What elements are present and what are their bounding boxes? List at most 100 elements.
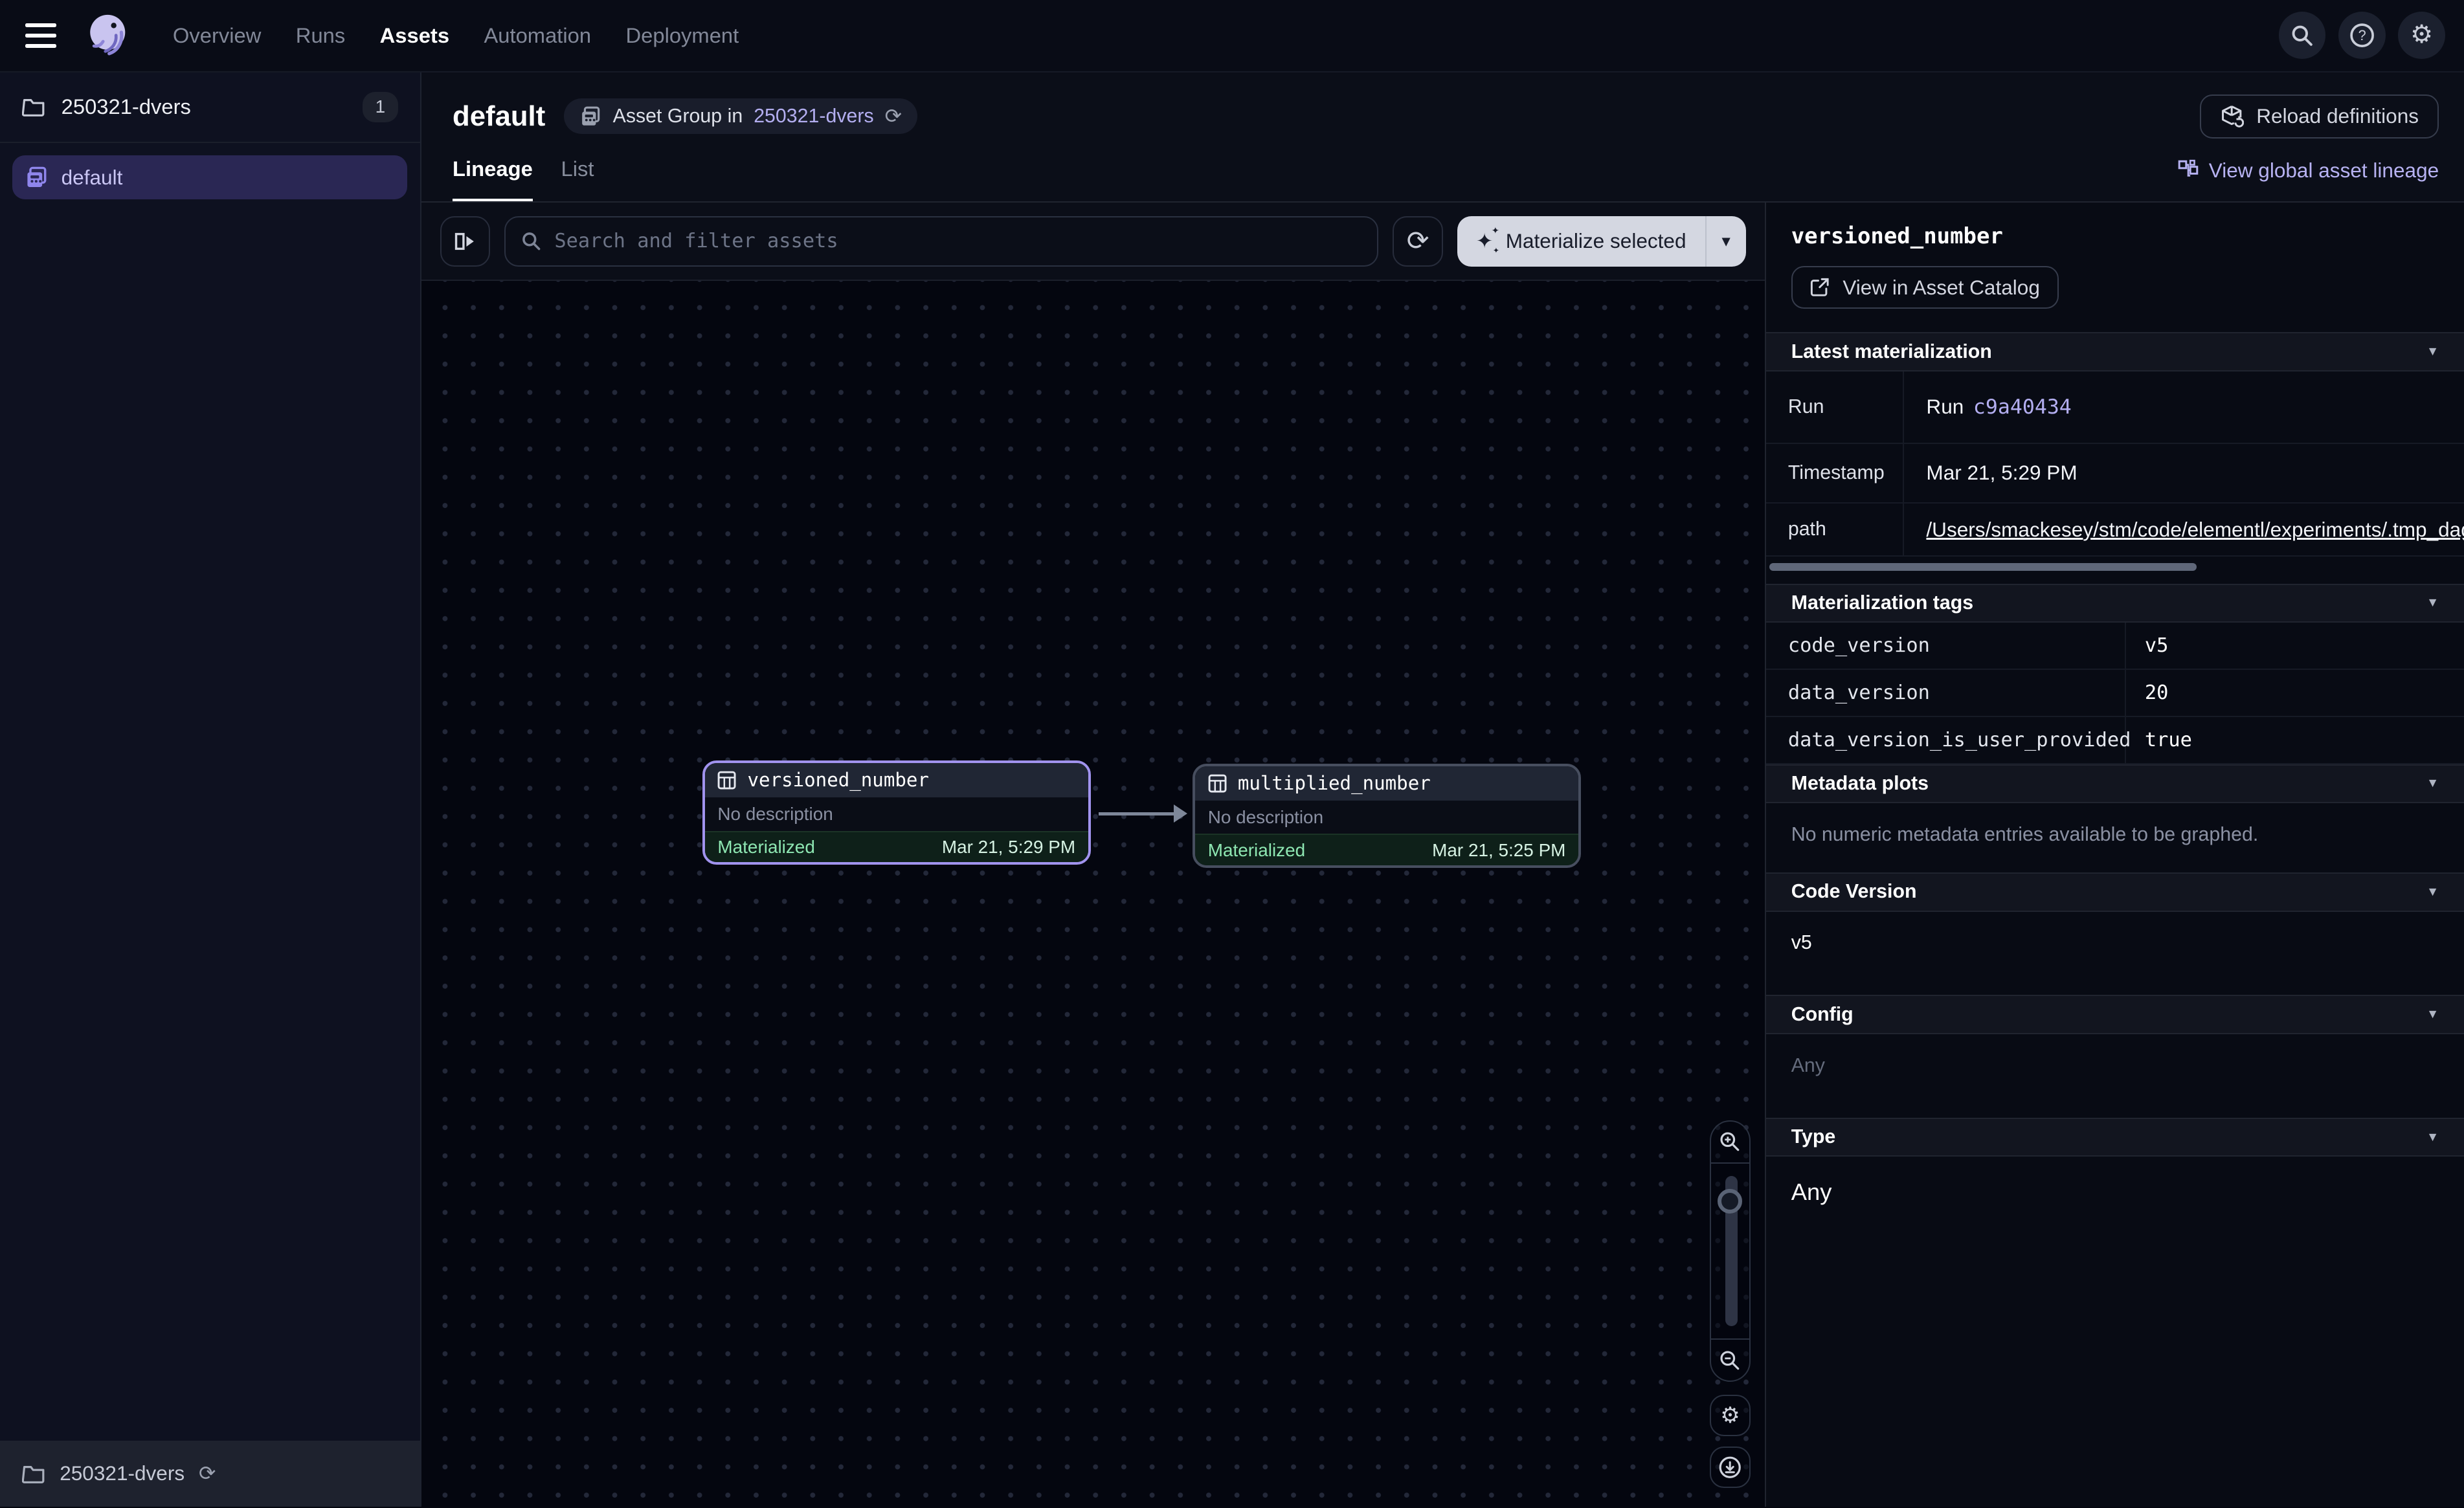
nav-item-automation[interactable]: Automation — [484, 23, 591, 48]
code-version-value: v5 — [1766, 912, 2464, 995]
tag-key: code_version — [1766, 623, 2126, 669]
chevron-down-icon: ▼ — [2426, 776, 2439, 791]
section-title: Config — [1791, 1004, 1854, 1026]
tag-value: 20 — [2126, 670, 2464, 716]
search-button[interactable] — [2279, 12, 2326, 59]
chip-repo-link[interactable]: 250321-dvers — [754, 105, 873, 128]
view-in-asset-catalog-label: View in Asset Catalog — [1842, 276, 2040, 300]
zoom-in-button[interactable] — [1711, 1122, 1749, 1162]
zoom-out-button[interactable] — [1711, 1340, 1749, 1380]
path-link[interactable]: /Users/smackesey/stm/code/elementl/exper… — [1926, 518, 2464, 542]
asset-node-name: multiplied_number — [1238, 772, 1431, 794]
asset-group-chip[interactable]: Asset Group in 250321-dvers ⟳ — [564, 98, 917, 135]
asset-node-versioned-number[interactable]: versioned_number No description Material… — [702, 760, 1091, 865]
sidebar-repo-name: 250321-dvers — [62, 94, 191, 119]
materialize-selected-label: Materialize selected — [1506, 229, 1686, 253]
help-icon: ? — [2349, 22, 2375, 49]
asset-node-status: Materialized — [1208, 840, 1305, 861]
reload-definitions-icon — [2220, 104, 2243, 128]
materialize-selected-button[interactable]: ✦✦✦ Materialize selected ▾ — [1457, 216, 1746, 267]
sidebar-item-default[interactable]: default — [12, 155, 407, 199]
reload-definitions-button[interactable]: Reload definitions — [2200, 94, 2439, 139]
view-in-asset-catalog-button[interactable]: View in Asset Catalog — [1791, 266, 2059, 309]
section-code-version[interactable]: Code Version ▼ — [1766, 872, 2464, 912]
zoom-slider[interactable] — [1711, 1162, 1749, 1340]
refresh-icon[interactable]: ⟳ — [885, 106, 902, 127]
section-title: Materialization tags — [1791, 592, 1973, 614]
sidebar-item-label: default — [62, 166, 123, 190]
zoom-in-icon — [1719, 1131, 1741, 1153]
chevron-down-icon: ▼ — [2426, 344, 2439, 359]
materialize-sparkle-icon: ✦✦✦ — [1476, 231, 1493, 252]
nav-item-assets[interactable]: Assets — [380, 23, 449, 48]
materialize-dropdown-caret[interactable]: ▾ — [1705, 216, 1746, 267]
search-icon — [2290, 24, 2314, 47]
tag-value: v5 — [2126, 623, 2464, 669]
section-type[interactable]: Type ▼ — [1766, 1118, 2464, 1157]
tag-value: true — [2126, 717, 2464, 763]
expand-panel-button[interactable] — [440, 216, 491, 267]
refresh-graph-button[interactable]: ⟳ — [1393, 216, 1443, 267]
svg-text:?: ? — [2358, 27, 2366, 43]
section-materialization-tags[interactable]: Materialization tags ▼ — [1766, 584, 2464, 623]
asset-node-name: versioned_number — [748, 769, 929, 791]
folder-icon — [22, 96, 45, 117]
settings-button[interactable]: ⚙ — [2398, 12, 2445, 59]
topnav-actions: ? ⚙ — [2279, 12, 2445, 59]
metadata-plots-empty-text: No numeric metadata entries available to… — [1766, 803, 2464, 872]
nav-item-overview[interactable]: Overview — [173, 23, 262, 48]
lineage-canvas[interactable]: versioned_number No description Material… — [421, 281, 1765, 1506]
tag-row: data_version_is_user_provided true — [1766, 717, 2464, 764]
download-image-button[interactable] — [1710, 1447, 1751, 1487]
app-root: Overview Runs Assets Automation Deployme… — [0, 0, 2464, 1508]
help-button[interactable]: ? — [2338, 12, 2386, 59]
asset-node-multiplied-number[interactable]: multiplied_number No description Materia… — [1193, 764, 1581, 868]
gear-icon: ⚙ — [2410, 23, 2433, 48]
section-latest-materialization[interactable]: Latest materialization ▼ — [1766, 332, 2464, 371]
lineage-edge-arrowhead — [1174, 804, 1187, 823]
run-prefix: Run — [1926, 395, 1964, 419]
zoom-slider-thumb[interactable] — [1718, 1189, 1743, 1214]
chevron-down-icon: ▼ — [2426, 1007, 2439, 1022]
section-metadata-plots[interactable]: Metadata plots ▼ — [1766, 764, 2464, 804]
sidebar-footer[interactable]: 250321-dvers ⟳ — [0, 1441, 420, 1507]
asset-node-status: Materialized — [717, 837, 814, 858]
dagster-logo[interactable] — [85, 11, 133, 60]
lineage-graph-column: ⟳ ✦✦✦ Materialize selected ▾ — [421, 203, 1765, 1507]
refresh-icon[interactable]: ⟳ — [199, 1463, 216, 1484]
tabs-bar: Lineage List View global asset lineage — [421, 139, 2464, 203]
tag-key: data_version — [1766, 670, 2126, 716]
asset-details-panel: versioned_number View in Asset Catalog L… — [1765, 203, 2464, 1507]
table-icon — [1208, 774, 1227, 793]
tag-row: code_version v5 — [1766, 623, 2464, 670]
tab-lineage[interactable]: Lineage — [453, 157, 533, 201]
asset-group-icon — [580, 105, 602, 128]
run-id-link[interactable]: c9a40434 — [1973, 395, 2072, 419]
asset-node-description: No description — [705, 797, 1088, 830]
view-global-asset-lineage-link[interactable]: View global asset lineage — [2177, 159, 2439, 201]
config-value: Any — [1766, 1034, 2464, 1118]
type-value: Any — [1766, 1157, 2464, 1237]
sidebar-repo-header[interactable]: 250321-dvers 1 — [0, 72, 420, 143]
nav-item-runs[interactable]: Runs — [296, 23, 345, 48]
table-icon — [717, 771, 736, 790]
row-run: Run Run c9a40434 — [1766, 371, 2464, 444]
hamburger-menu-icon[interactable] — [25, 23, 57, 48]
lineage-edge — [1099, 812, 1177, 815]
section-config[interactable]: Config ▼ — [1766, 995, 2464, 1034]
tab-list[interactable]: List — [561, 157, 594, 201]
view-global-asset-lineage-label: View global asset lineage — [2209, 159, 2439, 183]
page-header: default Asset Group in 250321-dvers ⟳ — [421, 72, 2464, 139]
asset-node-timestamp: Mar 21, 5:29 PM — [942, 837, 1075, 858]
section-title: Latest materialization — [1791, 341, 1992, 363]
asset-search-input[interactable] — [554, 230, 1361, 252]
row-timestamp: Timestamp Mar 21, 5:29 PM — [1766, 444, 2464, 504]
row-value: Mar 21, 5:29 PM — [1904, 444, 2464, 502]
nav-item-deployment[interactable]: Deployment — [625, 23, 739, 48]
asset-group-icon — [25, 166, 49, 189]
graph-settings-button[interactable]: ⚙ — [1710, 1395, 1751, 1436]
horizontal-scrollbar[interactable] — [1769, 563, 2197, 571]
download-icon — [1718, 1456, 1742, 1479]
row-label: path — [1766, 504, 1905, 556]
asset-search-box[interactable] — [504, 216, 1378, 267]
